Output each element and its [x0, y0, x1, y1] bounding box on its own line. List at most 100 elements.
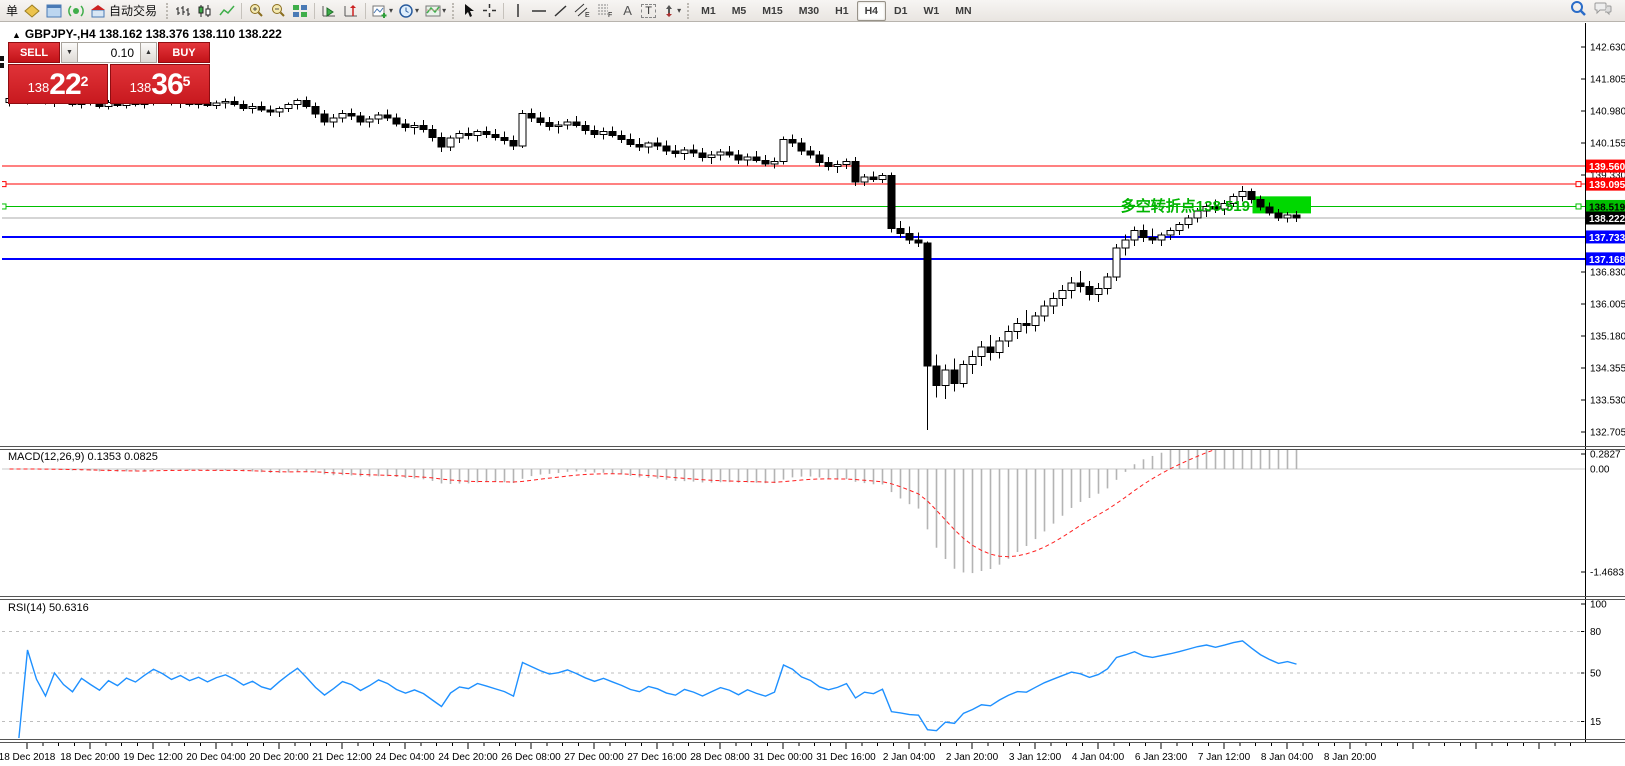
svg-text:0.00: 0.00	[1590, 465, 1610, 476]
fibonacci-icon: F	[597, 3, 614, 18]
dropdown-caret-icon[interactable]: ▾	[389, 6, 393, 15]
svg-text:0.2827: 0.2827	[1590, 450, 1621, 461]
horizontal-lines[interactable]	[2, 166, 1585, 259]
chart-shift-button[interactable]	[340, 1, 362, 21]
autotrading-icon	[90, 4, 106, 18]
collapse-chart-icon[interactable]: ▲	[12, 30, 21, 40]
macd-label: MACD(12,26,9) 0.1353 0.0825	[8, 451, 158, 463]
macd-pane[interactable]	[2, 431, 1585, 573]
svg-text:28 Dec 08:00: 28 Dec 08:00	[690, 752, 750, 763]
search-icon[interactable]	[1570, 0, 1586, 21]
svg-text:19 Dec 12:00: 19 Dec 12:00	[123, 752, 183, 763]
macd-signal-line	[10, 438, 1297, 557]
svg-text:8 Jan 20:00: 8 Jan 20:00	[1324, 752, 1377, 763]
toolbar-grip[interactable]	[687, 3, 690, 19]
trendline-tool-button[interactable]	[550, 1, 571, 21]
main-chart-pane[interactable]: 多空转折点138.519	[1, 91, 1585, 430]
buy-price-button[interactable]: 138365	[110, 64, 210, 104]
tf-button-D1[interactable]: D1	[886, 1, 915, 21]
indicators-button[interactable]: ▾	[369, 1, 396, 21]
toolbar-grip[interactable]	[166, 3, 169, 19]
line-handle[interactable]	[1576, 204, 1581, 209]
vertical-line-tool-button[interactable]	[507, 1, 528, 21]
svg-text:20 Dec 04:00: 20 Dec 04:00	[186, 752, 246, 763]
periods-button[interactable]: ▾	[396, 1, 422, 21]
bar-chart-button[interactable]	[172, 1, 194, 21]
volume-increase-button[interactable]: ▲	[140, 42, 157, 63]
signals-button[interactable]	[65, 1, 87, 21]
sell-button[interactable]: SELL	[8, 42, 60, 63]
svg-text:8 Jan 04:00: 8 Jan 04:00	[1261, 752, 1314, 763]
tile-windows-button[interactable]	[289, 1, 311, 21]
svg-text:6 Jan 23:00: 6 Jan 23:00	[1135, 752, 1188, 763]
dropdown-caret-icon[interactable]: ▾	[677, 6, 681, 15]
timeframe-buttons: M1M5M15M30H1H4D1W1MN	[693, 1, 979, 21]
price-axis[interactable]: 142.630141.805140.980140.155139.330136.8…	[1581, 43, 1625, 728]
svg-text:27 Dec 16:00: 27 Dec 16:00	[627, 752, 687, 763]
tf-button-H4[interactable]: H4	[857, 1, 886, 21]
text-label-tool-button[interactable]: T	[638, 1, 659, 21]
volume-decrease-button[interactable]: ▼	[61, 42, 78, 63]
pane-separator[interactable]	[0, 597, 1625, 600]
tf-button-MN[interactable]: MN	[947, 1, 979, 21]
chart-canvas[interactable]: 多空转折点138.519142.630141.805140.980140.155…	[0, 0, 1625, 766]
signal-icon	[68, 4, 84, 18]
line-chart-button[interactable]	[216, 1, 238, 21]
sell-price-main: 22	[49, 69, 80, 101]
line-handle[interactable]	[1, 182, 6, 187]
time-axis[interactable]: 18 Dec 201818 Dec 20:0019 Dec 12:0020 De…	[0, 743, 1571, 763]
svg-text:133.530: 133.530	[1590, 395, 1625, 406]
svg-text:136.005: 136.005	[1590, 299, 1625, 310]
new-order-button[interactable]	[21, 1, 43, 21]
line-chart-icon	[219, 4, 235, 18]
dropdown-caret-icon[interactable]: ▾	[415, 6, 419, 15]
sell-price-sup: 2	[81, 73, 89, 89]
rsi-pane[interactable]	[2, 632, 1585, 742]
tf-button-W1[interactable]: W1	[915, 1, 947, 21]
toolbar-grip[interactable]	[452, 3, 455, 19]
sell-price-button[interactable]: 138222	[8, 64, 108, 104]
line-handle[interactable]	[1, 204, 6, 209]
svg-text:139.095: 139.095	[1589, 180, 1625, 191]
svg-text:137.168: 137.168	[1589, 255, 1625, 266]
auto-scroll-button[interactable]	[318, 1, 340, 21]
pane-separator[interactable]	[0, 740, 1625, 743]
tf-button-H1[interactable]: H1	[827, 1, 856, 21]
tf-button-M30[interactable]: M30	[791, 1, 827, 21]
chart-window-icon	[46, 4, 62, 18]
channel-tool-button[interactable]: E	[571, 1, 594, 21]
symbol-ohlc-label: GBPJPY-,H4 138.162 138.376 138.110 138.2…	[25, 27, 282, 41]
svg-text:31 Dec 00:00: 31 Dec 00:00	[753, 752, 813, 763]
pane-separator[interactable]	[0, 447, 1625, 450]
zoom-out-button[interactable]	[267, 1, 289, 21]
candlestick-chart-button[interactable]	[194, 1, 216, 21]
text-tool-button[interactable]: A	[617, 1, 638, 21]
svg-text:4 Jan 04:00: 4 Jan 04:00	[1072, 752, 1125, 763]
svg-text:27 Dec 00:00: 27 Dec 00:00	[564, 752, 624, 763]
main-toolbar: 单 自动交易 ▾ ▾	[0, 0, 1625, 22]
trendline-icon	[553, 4, 568, 18]
horizontal-line-tool-button[interactable]	[528, 1, 550, 21]
zoom-in-button[interactable]	[245, 1, 267, 21]
tf-button-M15[interactable]: M15	[754, 1, 790, 21]
crosshair-button[interactable]	[479, 1, 500, 21]
cursor-button[interactable]	[458, 1, 479, 21]
templates-button[interactable]: ▾	[422, 1, 449, 21]
volume-input[interactable]	[78, 42, 140, 63]
market-watch-button[interactable]	[43, 1, 65, 21]
line-handle[interactable]	[1576, 182, 1581, 187]
svg-text:140.980: 140.980	[1590, 107, 1625, 118]
tf-button-M5[interactable]: M5	[724, 1, 755, 21]
candlestick-series	[6, 91, 1300, 430]
arrows-tool-button[interactable]: ▾	[659, 1, 684, 21]
tf-button-M1[interactable]: M1	[693, 1, 724, 21]
dropdown-caret-icon[interactable]: ▾	[442, 6, 446, 15]
chat-icon[interactable]	[1594, 1, 1612, 21]
autotrading-label: 自动交易	[106, 2, 160, 19]
buy-button[interactable]: BUY	[158, 42, 210, 63]
text-tool-icon: A	[620, 3, 635, 18]
fibonacci-tool-button[interactable]: F	[594, 1, 617, 21]
buy-price-sup: 5	[183, 73, 191, 89]
autotrading-button[interactable]: 自动交易	[87, 1, 163, 21]
svg-text:18 Dec 20:00: 18 Dec 20:00	[60, 752, 120, 763]
